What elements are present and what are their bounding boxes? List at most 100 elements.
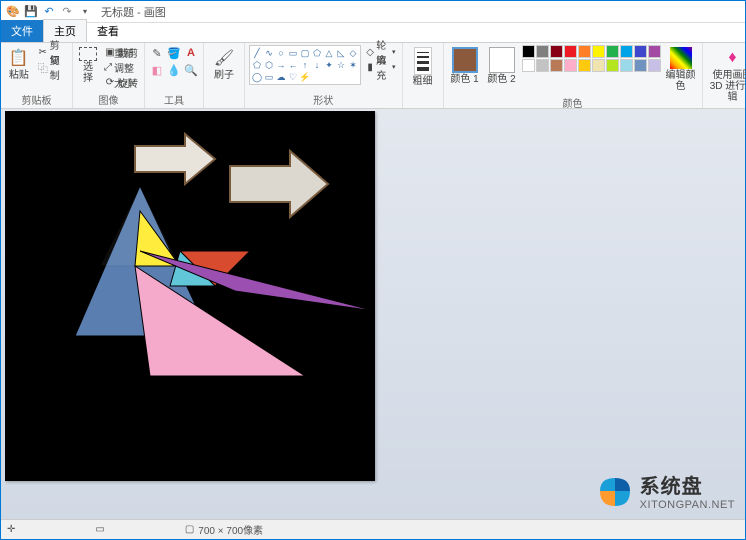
color2-button[interactable]: 颜色 2: [485, 45, 519, 87]
tool-grid: ✎ 🪣 A ◧ 💧 🔍: [149, 45, 199, 78]
palette-color[interactable]: [564, 59, 577, 72]
shape-lightning[interactable]: ⚡: [299, 71, 311, 83]
save-icon[interactable]: 💾: [23, 4, 39, 20]
palette-color[interactable]: [550, 45, 563, 58]
select-button[interactable]: 选择: [77, 45, 99, 86]
shapes-gallery[interactable]: ╱∿○▭▢⬠△◺◇ ⬠⬡→←↑↓✦☆✶ ◯▭☁♡⚡: [249, 45, 361, 85]
color-palette: [522, 45, 661, 72]
app-icon: 🎨: [5, 4, 21, 20]
palette-color[interactable]: [522, 59, 535, 72]
rotate-icon: ⟳: [104, 76, 116, 88]
shape-rtriangle[interactable]: ◺: [335, 47, 347, 59]
palette-color[interactable]: [564, 45, 577, 58]
shape-polygon[interactable]: ⬠: [311, 47, 323, 59]
text-tool[interactable]: A: [183, 45, 199, 61]
eraser-tool[interactable]: ◧: [149, 62, 165, 78]
brushes-button[interactable]: 🖌 刷子: [208, 45, 240, 83]
group-thickness: 粗细: [403, 43, 444, 108]
shape-uarrow[interactable]: ↑: [299, 59, 311, 71]
shape-callout-round[interactable]: ◯: [251, 71, 263, 83]
shape-oval[interactable]: ○: [275, 47, 287, 59]
palette-color[interactable]: [648, 45, 661, 58]
fill-button[interactable]: ▮填充▾: [364, 60, 398, 74]
select-icon: [79, 47, 97, 61]
palette-color[interactable]: [606, 59, 619, 72]
group-label: 形状: [313, 92, 333, 107]
shape-heart[interactable]: ♡: [287, 71, 299, 83]
palette-color[interactable]: [620, 59, 633, 72]
group-image: 选择 ▣裁剪 ⤢重新调整大小 ⟳旋转 图像: [73, 43, 145, 108]
pencil-tool[interactable]: ✎: [149, 45, 165, 61]
shape-callout-rect[interactable]: ▭: [263, 71, 275, 83]
shape-star4[interactable]: ✦: [323, 59, 335, 71]
paste-button[interactable]: 📋 粘贴: [5, 45, 33, 83]
thickness-button[interactable]: 粗细: [407, 45, 439, 89]
shape-star6[interactable]: ✶: [347, 59, 359, 71]
shape-darrow[interactable]: ↓: [311, 59, 323, 71]
color2-swatch: [489, 47, 515, 73]
palette-color[interactable]: [536, 59, 549, 72]
palette-color[interactable]: [634, 45, 647, 58]
canvas-icon: ▢: [185, 524, 194, 535]
palette-color[interactable]: [550, 59, 563, 72]
group-label: 颜色: [563, 95, 583, 110]
group-label: 工具: [164, 92, 184, 107]
crosshair-icon: ✛: [7, 524, 15, 535]
clipboard-icon: 📋: [8, 47, 30, 69]
shape-line[interactable]: ╱: [251, 47, 263, 59]
shape-curve[interactable]: ∿: [263, 47, 275, 59]
paint3d-icon: ♦: [722, 47, 744, 69]
palette-color[interactable]: [648, 59, 661, 72]
canvas-size: ▢700 × 700像素: [185, 522, 263, 537]
rainbow-icon: [670, 47, 692, 69]
paint3d-button[interactable]: ♦ 使用画图 3D 进行编辑: [707, 45, 746, 105]
shape-diamond[interactable]: ◇: [347, 47, 359, 59]
palette-color[interactable]: [578, 45, 591, 58]
shape-larrow[interactable]: ←: [287, 59, 299, 71]
shape-hexagon[interactable]: ⬡: [263, 59, 275, 71]
group-colors: 颜色 1 颜色 2 编辑颜色 颜色: [444, 43, 703, 108]
group-brushes: 🖌 刷子: [204, 43, 245, 108]
brush-icon: 🖌: [213, 47, 235, 69]
resize-button[interactable]: ⤢重新调整大小: [102, 60, 140, 74]
selection-size: ▭: [95, 524, 104, 535]
tab-view[interactable]: 查看: [87, 20, 129, 42]
shape-star5[interactable]: ☆: [335, 59, 347, 71]
group-label: 图像: [99, 92, 119, 107]
fill-tool[interactable]: 🪣: [166, 45, 182, 61]
arrow-1: [135, 134, 215, 184]
palette-color[interactable]: [620, 45, 633, 58]
shape-rect[interactable]: ▭: [287, 47, 299, 59]
edit-colors-button[interactable]: 编辑颜色: [664, 45, 698, 94]
shape-callout-cloud[interactable]: ☁: [275, 71, 287, 83]
tab-file[interactable]: 文件: [1, 20, 43, 42]
shape-pentagon[interactable]: ⬠: [251, 59, 263, 71]
rotate-button[interactable]: ⟳旋转: [102, 75, 140, 89]
scissors-icon: ✂: [38, 46, 48, 58]
shape-rarrow[interactable]: →: [275, 59, 287, 71]
picker-tool[interactable]: 💧: [166, 62, 182, 78]
undo-icon[interactable]: ↶: [41, 4, 57, 20]
canvas-area[interactable]: [5, 111, 741, 517]
qat-dropdown-icon[interactable]: ▾: [77, 4, 93, 20]
palette-color[interactable]: [578, 59, 591, 72]
redo-icon[interactable]: ↷: [59, 4, 75, 20]
lines-icon: [414, 47, 432, 75]
palette-color[interactable]: [634, 59, 647, 72]
window-title: 无标题 - 画图: [101, 4, 166, 20]
canvas[interactable]: [5, 111, 375, 481]
group-clipboard: 📋 粘贴 ✂剪切 ⿻复制 剪贴板: [1, 43, 73, 108]
palette-color[interactable]: [592, 45, 605, 58]
palette-color[interactable]: [592, 59, 605, 72]
zoom-tool[interactable]: 🔍: [183, 62, 199, 78]
copy-icon: ⿻: [38, 61, 48, 73]
copy-button[interactable]: ⿻复制: [36, 60, 68, 74]
palette-color[interactable]: [522, 45, 535, 58]
palette-color[interactable]: [606, 45, 619, 58]
shape-roundrect[interactable]: ▢: [299, 47, 311, 59]
color1-button[interactable]: 颜色 1: [448, 45, 482, 87]
shape-triangle[interactable]: △: [323, 47, 335, 59]
watermark-sub: XITONGPAN.NET: [640, 499, 735, 511]
palette-color[interactable]: [536, 45, 549, 58]
fillbucket-icon: ▮: [366, 61, 374, 73]
